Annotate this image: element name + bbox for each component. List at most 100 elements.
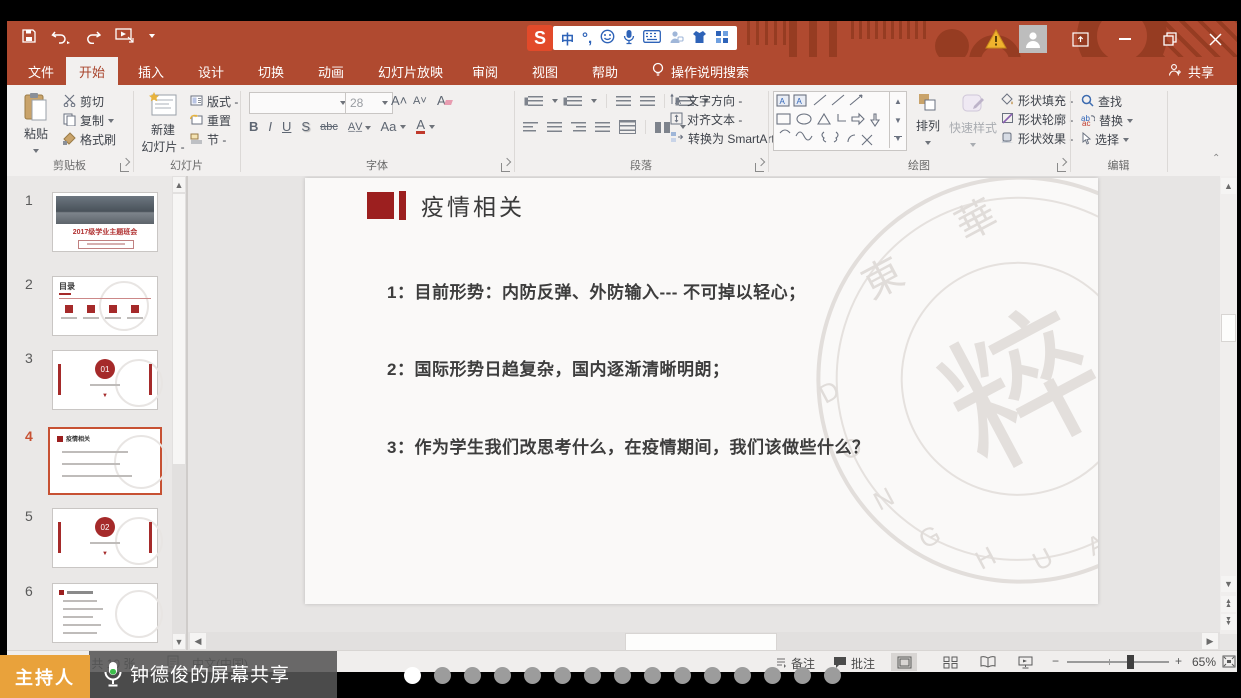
distribute-button[interactable]: [619, 120, 636, 134]
slide-canvas[interactable]: 粹 東 華 D O N G H U A 1 9 · 疫情相关 1：目前形势：内防…: [305, 178, 1098, 604]
sogou-ime-logo[interactable]: S: [527, 25, 553, 51]
zoom-percentage[interactable]: 65%: [1192, 655, 1216, 669]
shadow-button[interactable]: S: [301, 119, 310, 134]
bullets-button[interactable]: [528, 96, 543, 107]
shapes-scroll-down[interactable]: ▼: [889, 111, 906, 130]
slide-thumbnail-3[interactable]: 01 ▼: [53, 351, 157, 409]
slide-thumbnail-6[interactable]: [53, 584, 157, 642]
clear-formatting-button[interactable]: A: [437, 93, 452, 108]
slide-point-3[interactable]: 3：作为学生我们改思考什么，在疫情期间，我们该做些什么？: [387, 433, 869, 458]
align-left-button[interactable]: [523, 122, 538, 133]
account-avatar[interactable]: [1019, 25, 1047, 53]
canvas-scroll-up[interactable]: ▲: [1221, 178, 1236, 194]
shape-effects-button[interactable]: 形状效果 -: [1001, 130, 1073, 147]
reset-button[interactable]: 重置: [190, 112, 231, 129]
quick-styles-caret[interactable]: [970, 143, 976, 147]
slide-thumbnail-5[interactable]: 02 ▼: [53, 509, 157, 567]
select-button[interactable]: 选择: [1081, 131, 1129, 148]
collapse-ribbon-button[interactable]: ⌃: [1212, 153, 1220, 164]
font-dialog-launcher[interactable]: [501, 163, 510, 172]
cut-button[interactable]: 剪切: [63, 93, 104, 110]
format-painter-button[interactable]: 格式刷: [63, 131, 116, 148]
slide-point-1[interactable]: 1：目前形势：内防反弹、外防输入--- 不可掉以轻心；: [387, 278, 806, 303]
new-slide-button[interactable]: 新建 幻灯片 -: [140, 92, 186, 155]
italic-button[interactable]: I: [268, 119, 272, 134]
slide-thumbnail-2[interactable]: 目录: [53, 277, 157, 335]
find-button[interactable]: 查找: [1081, 93, 1122, 110]
zoom-in-button[interactable]: +: [1175, 654, 1182, 668]
tab-animations[interactable]: 动画: [305, 57, 357, 85]
decrease-indent-button[interactable]: [616, 96, 631, 107]
font-size-caret[interactable]: [382, 101, 388, 105]
numbering-button[interactable]: [567, 96, 582, 107]
shape-outline-button[interactable]: 形状轮廓 -: [1001, 111, 1073, 128]
panel-splitter[interactable]: [186, 176, 188, 650]
clipboard-dialog-launcher[interactable]: [120, 163, 129, 172]
character-spacing-button[interactable]: A̲V̲: [348, 121, 371, 133]
normal-view-button[interactable]: [891, 653, 917, 671]
font-name-combo[interactable]: [249, 92, 351, 114]
ime-skin-icon[interactable]: [692, 30, 707, 47]
numbering-caret[interactable]: [591, 99, 597, 103]
paragraph-dialog-launcher[interactable]: [755, 163, 764, 172]
fit-to-window-button[interactable]: [1222, 655, 1236, 671]
next-slide-button[interactable]: ▼▼: [1221, 614, 1236, 630]
arrange-button[interactable]: 排列: [911, 92, 945, 148]
arrange-caret[interactable]: [925, 141, 931, 145]
bullets-caret[interactable]: [552, 99, 558, 103]
qat-customize-dropdown[interactable]: [149, 34, 155, 38]
zoom-slider[interactable]: [1067, 661, 1169, 663]
slideshow-view-button[interactable]: [1012, 653, 1038, 671]
align-right-button[interactable]: [571, 122, 586, 133]
replace-button[interactable]: abac 替换: [1081, 112, 1133, 129]
drawing-dialog-launcher[interactable]: [1057, 163, 1066, 172]
panel-scroll-down[interactable]: ▼: [173, 634, 185, 649]
shapes-gallery[interactable]: A A: [773, 91, 907, 151]
shape-fill-button[interactable]: 形状填充 -: [1001, 92, 1073, 109]
share-button[interactable]: 共享: [1155, 57, 1227, 85]
copy-button[interactable]: 复制: [63, 112, 114, 129]
canvas-scroll-thumb[interactable]: [1221, 314, 1236, 342]
redo-button[interactable]: [85, 29, 101, 44]
align-text-button[interactable]: 对齐文本 -: [670, 111, 742, 128]
quick-styles-button[interactable]: 快速样式: [949, 92, 997, 150]
tab-help[interactable]: 帮助: [579, 57, 631, 85]
tab-insert[interactable]: 插入: [125, 57, 177, 85]
ime-punctuation-icon[interactable]: °,: [582, 30, 592, 47]
minimize-button[interactable]: [1110, 26, 1140, 52]
slide-thumbnail-4-selected[interactable]: 疫情相关: [50, 429, 160, 493]
justify-button[interactable]: [595, 122, 610, 133]
shapes-more-button[interactable]: ▼: [889, 130, 906, 148]
reading-view-button[interactable]: [975, 653, 1001, 671]
font-color-button[interactable]: A: [416, 119, 425, 134]
tell-me-search[interactable]: 操作说明搜索: [639, 57, 762, 85]
tab-view[interactable]: 视图: [519, 57, 571, 85]
canvas-vertical-scrollbar[interactable]: ▲ ▼ ▲▲ ▼▼: [1220, 176, 1237, 634]
slide-title-block[interactable]: 疫情相关: [367, 188, 525, 222]
strikethrough-button[interactable]: abc: [320, 121, 338, 133]
change-case-button[interactable]: Aa: [381, 119, 397, 134]
tab-slideshow[interactable]: 幻灯片放映: [365, 57, 456, 85]
save-button[interactable]: [21, 28, 37, 44]
tab-transitions[interactable]: 切换: [245, 57, 297, 85]
replace-caret[interactable]: [1127, 119, 1133, 123]
ime-account-icon[interactable]: [669, 30, 684, 47]
slide-sorter-view-button[interactable]: [937, 653, 963, 671]
ime-voice-icon[interactable]: [623, 29, 635, 48]
undo-button[interactable]: [51, 29, 71, 44]
ime-toolbox-icon[interactable]: [715, 30, 729, 47]
canvas-scroll-right[interactable]: ▶: [1202, 633, 1218, 649]
tab-design[interactable]: 设计: [185, 57, 237, 85]
align-center-button[interactable]: [547, 122, 562, 133]
section-button[interactable]: 节 -: [190, 131, 226, 148]
text-direction-button[interactable]: A 文字方向 -: [670, 92, 742, 109]
slide-point-2[interactable]: 2：国际形势日趋复杂，国内逐渐清晰明朗；: [387, 355, 729, 380]
ribbon-display-options-button[interactable]: [1065, 26, 1095, 52]
zoom-slider-thumb[interactable]: [1127, 655, 1134, 669]
warning-icon[interactable]: [985, 29, 1007, 54]
decrease-font-button[interactable]: A˅: [413, 95, 427, 107]
start-slideshow-button[interactable]: [115, 28, 135, 44]
ime-emoji-icon[interactable]: [600, 29, 615, 47]
convert-smartart-button[interactable]: 转换为 SmartArt -: [670, 130, 782, 147]
thumbnail-panel-scrollbar[interactable]: ▲ ▼: [172, 176, 186, 650]
